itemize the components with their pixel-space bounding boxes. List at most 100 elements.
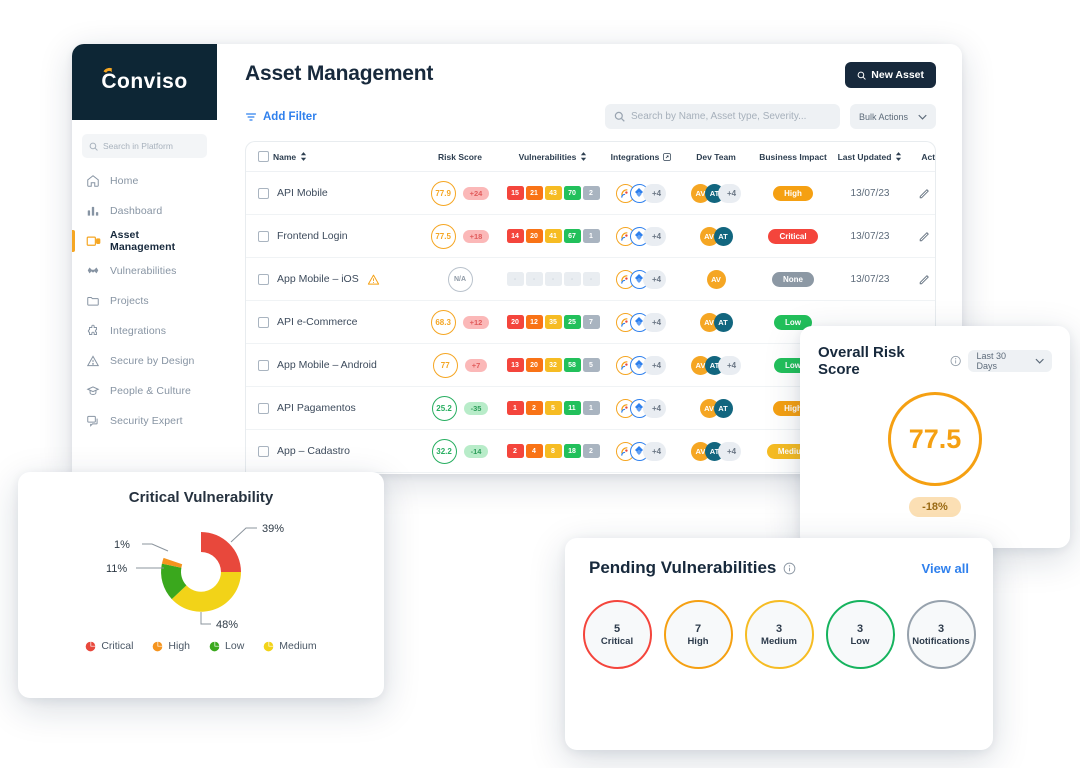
integration-icons[interactable]: +4	[615, 183, 667, 203]
risk-period-dropdown[interactable]: Last 30 Days	[968, 350, 1052, 372]
vuln-badge: 35	[544, 315, 562, 329]
graduation-cap-icon	[85, 383, 101, 399]
integration-icons[interactable]: +4	[615, 441, 667, 461]
cell-vulnerabilities: -----	[504, 257, 602, 301]
select-all-checkbox[interactable]	[258, 151, 269, 162]
sidebar-item-security-expert[interactable]: Security Expert	[72, 406, 217, 436]
warning-icon	[367, 273, 380, 286]
integration-more-count: +4	[642, 441, 667, 461]
integration-more-count: +4	[642, 269, 667, 289]
cell-last-updated: 13/07/23	[834, 214, 906, 258]
pending-counter[interactable]: 7 High	[663, 600, 733, 669]
col-last-updated-label: Last Updated	[837, 151, 892, 162]
dev-team-avatars[interactable]: AV AT +4	[690, 355, 742, 375]
info-icon[interactable]	[950, 355, 961, 367]
vuln-badge: 2	[506, 444, 524, 458]
toolbar: Add Filter Search by Name, Asset type, S…	[217, 104, 962, 129]
dev-team-avatars[interactable]: AV AT +4	[690, 441, 742, 461]
pending-counter[interactable]: 3 Low	[825, 600, 895, 669]
cell-name: App Mobile – Android	[246, 343, 416, 387]
pending-counter[interactable]: 3 Medium	[744, 600, 814, 669]
col-vulnerabilities[interactable]: Vulnerabilities	[504, 142, 602, 172]
table-row[interactable]: App Mobile – iOS N/A ----- +4 AV None 13/0…	[246, 257, 935, 301]
integration-more-count: +4	[642, 355, 667, 375]
dev-team-avatars[interactable]: AV	[706, 269, 726, 289]
overall-risk-delta: -18%	[909, 497, 961, 517]
sidebar-item-vulnerabilities[interactable]: Vulnerabilities	[72, 256, 217, 286]
pending-label: High	[687, 635, 709, 647]
row-checkbox[interactable]	[258, 402, 269, 414]
pending-counter[interactable]: 3 Notifications	[906, 600, 976, 669]
business-impact-badge: Critical	[768, 228, 818, 244]
sidebar-item-home[interactable]: Home	[72, 166, 217, 196]
risk-score-ring: 32.2	[431, 438, 457, 464]
pending-label: Notifications	[912, 635, 970, 647]
dev-team-avatars[interactable]: AV AT	[699, 312, 733, 332]
table-row[interactable]: Frontend Login 77.5 +18 14 20 41 67 1 +4 AV A…	[246, 214, 935, 258]
dev-team-avatars[interactable]: AV AT +4	[690, 183, 742, 203]
new-asset-button[interactable]: New Asset	[845, 62, 936, 88]
row-checkbox[interactable]	[258, 359, 269, 371]
cell-risk-score: 77.9 +24	[416, 171, 504, 215]
sidebar-item-secure-by-design[interactable]: Secure by Design	[72, 346, 217, 376]
integration-icons[interactable]: +4	[615, 269, 667, 289]
edit-button[interactable]	[918, 230, 931, 243]
vuln-badge: 58	[563, 358, 581, 372]
pending-count: 5	[613, 622, 621, 635]
sidebar-item-people-culture[interactable]: People & Culture	[72, 376, 217, 406]
pending-label: Low	[850, 635, 870, 647]
row-checkbox[interactable]	[258, 273, 269, 285]
sidebar-item-asset-management[interactable]: Asset Management	[72, 226, 217, 256]
edit-button[interactable]	[918, 187, 931, 200]
view-all-link[interactable]: View all	[922, 561, 969, 576]
chat-icon	[85, 413, 101, 429]
integration-icons[interactable]: +4	[615, 398, 667, 418]
info-icon[interactable]	[783, 562, 796, 575]
legend-label: Low	[225, 640, 245, 652]
cell-last-updated: 13/07/23	[834, 171, 906, 215]
risk-delta: +12	[462, 315, 490, 329]
row-checkbox[interactable]	[258, 316, 269, 328]
vuln-badge: 5	[544, 401, 562, 415]
pie-slice-icon	[263, 641, 274, 652]
integration-icons[interactable]: +4	[615, 226, 667, 246]
sidebar-item-dashboard[interactable]: Dashboard	[72, 196, 217, 226]
row-actions	[918, 273, 935, 286]
cell-name: App Mobile – iOS	[246, 257, 416, 301]
avatar: AT	[713, 312, 733, 332]
integration-icons[interactable]: +4	[615, 312, 667, 332]
asset-search-input[interactable]: Search by Name, Asset type, Severity...	[604, 104, 840, 129]
new-asset-label: New Asset	[871, 69, 924, 81]
table-row[interactable]: API Mobile 77.9 +24 15 21 43 70 2 +4 AV AT +4 H…	[246, 171, 935, 215]
edit-button[interactable]	[918, 273, 931, 286]
sidebar-search-input[interactable]: Search in Platform	[82, 134, 207, 158]
sidebar-item-integrations[interactable]: Integrations	[72, 316, 217, 346]
row-checkbox[interactable]	[258, 187, 269, 199]
pending-counter[interactable]: 5 Critical	[582, 600, 652, 669]
integration-more-count: +4	[642, 183, 667, 203]
cell-vulnerabilities: 2 4 8 18 2	[504, 429, 602, 473]
col-risk-score-label: Risk Score	[438, 151, 482, 162]
col-name[interactable]: Name	[246, 142, 416, 172]
sidebar-item-projects[interactable]: Projects	[72, 286, 217, 316]
col-integrations[interactable]: Integrations	[602, 142, 680, 172]
row-checkbox[interactable]	[258, 230, 269, 242]
row-checkbox[interactable]	[258, 445, 269, 457]
integration-icons[interactable]: +4	[615, 355, 667, 375]
vuln-badge: 13	[506, 358, 524, 372]
dev-team-avatars[interactable]: AV AT	[699, 398, 733, 418]
col-last-updated[interactable]: Last Updated	[834, 142, 906, 172]
dev-team-avatars[interactable]: AV AT	[699, 226, 733, 246]
bulk-actions-dropdown[interactable]: Bulk Actions	[849, 104, 936, 129]
pending-label: Critical	[600, 635, 634, 647]
cell-risk-score: 77.5 +18	[416, 214, 504, 258]
col-business-impact-label: Business Impact	[759, 151, 827, 162]
vuln-badge: 15	[506, 186, 524, 200]
page-header: Asset Management New Asset	[217, 44, 962, 88]
vuln-badge: 2	[582, 444, 600, 458]
cell-dev-team: AV AT +4	[680, 171, 752, 215]
add-filter-button[interactable]: Add Filter	[245, 111, 317, 123]
risk-score-ring: 25.2	[431, 395, 457, 421]
team-more-count: +4	[717, 441, 742, 461]
cell-name: Frontend Login	[246, 214, 416, 258]
